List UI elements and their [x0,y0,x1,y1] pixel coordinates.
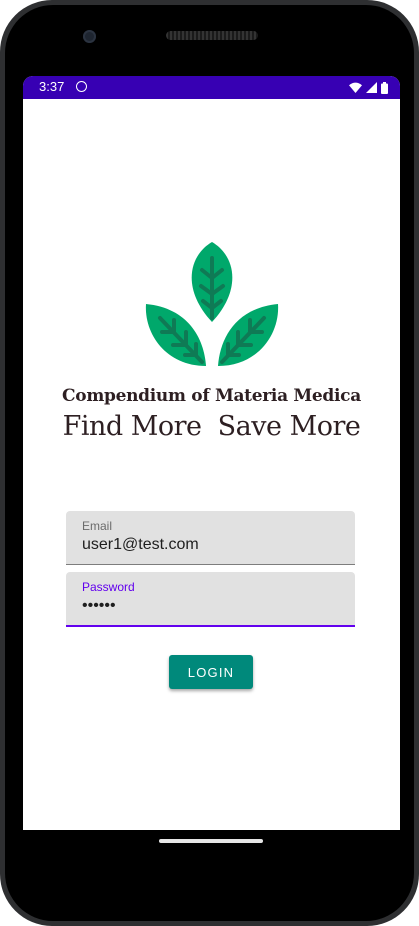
app-screen: 3:37 Compendium of Materia Medica Find M… [23,76,400,830]
status-bar: 3:37 [23,76,400,99]
status-time: 3:37 [39,79,65,94]
email-input[interactable]: user1@test.com [82,536,199,554]
battery-icon [381,81,388,94]
earpiece-speaker [166,31,258,40]
email-field[interactable]: Email user1@test.com [66,511,355,565]
device-frame: 3:37 Compendium of Materia Medica Find M… [0,0,419,926]
wifi-icon [349,82,362,93]
front-camera [83,30,96,43]
password-input[interactable]: •••••• [82,597,116,615]
login-button[interactable]: LOGIN [169,655,253,689]
home-gesture-bar[interactable] [159,839,263,843]
signal-icon [366,82,377,93]
leaves-icon [145,242,279,366]
sync-circle-icon [76,81,87,92]
app-title: Compendium of Materia Medica [62,386,361,406]
app-slogan: Find More Save More [62,411,361,442]
password-label: Password [82,580,135,594]
email-label: Email [82,519,113,533]
status-icons [349,81,388,94]
password-field[interactable]: Password •••••• [66,572,355,627]
